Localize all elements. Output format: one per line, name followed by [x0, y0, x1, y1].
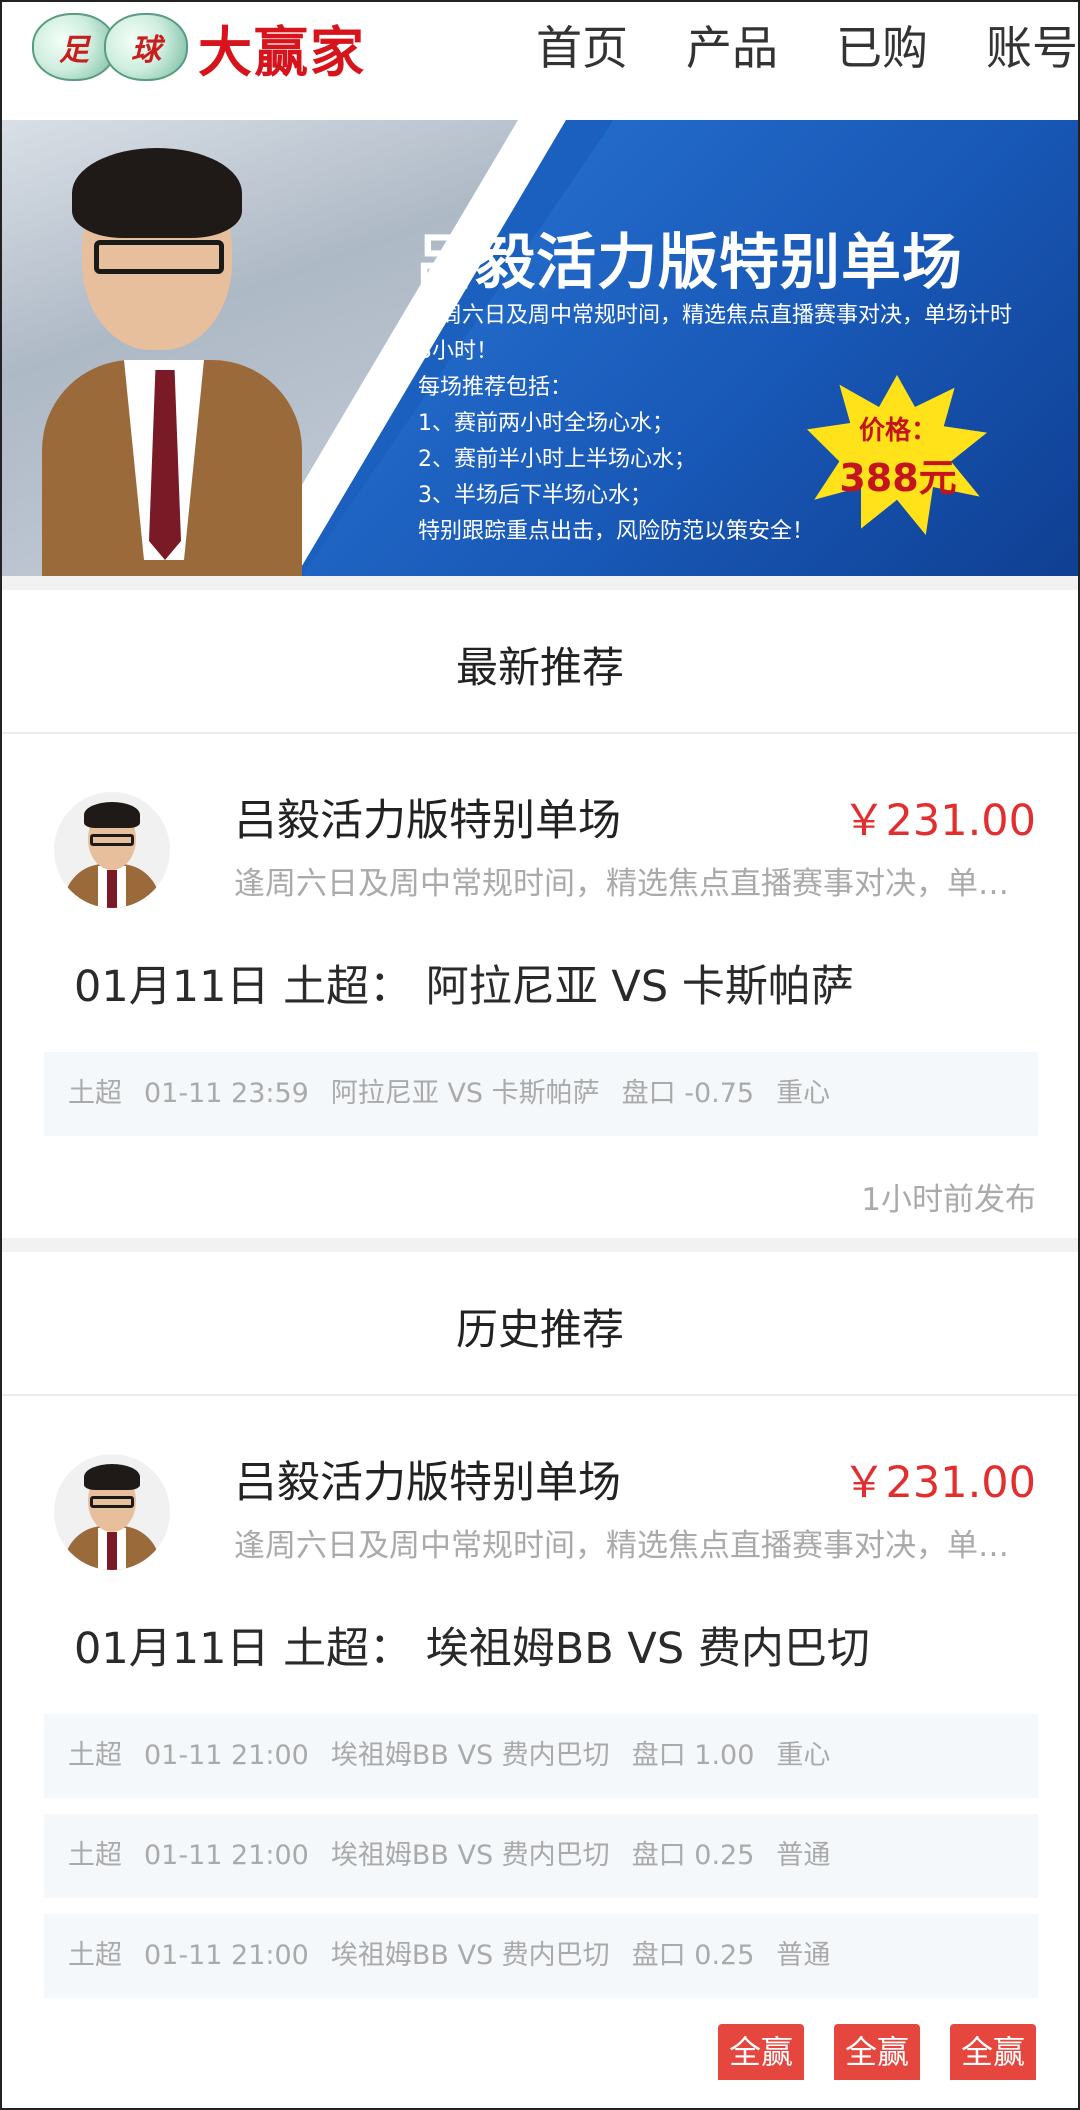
- banner-price-tag: 价格： 388元: [810, 410, 986, 502]
- product-description: 逢周六日及周中常规时间，精选焦点直播赛事对决，单场计时3小时！: [234, 866, 1034, 902]
- latest-section-title: 最新推荐: [455, 643, 624, 692]
- banner-price-label: 价格：: [858, 416, 937, 446]
- history-recommendation-card[interactable]: 吕毅活力版特别单场 ￥231.00 逢周六日及周中常规时间，精选焦点直播赛事对决…: [2, 1396, 1078, 2108]
- pick-row: 土超 01-11 23:59 阿拉尼亚 VS 卡斯帕萨 盘口 -0.75 重心: [44, 1052, 1038, 1136]
- history-section-title: 历史推荐: [455, 1305, 624, 1354]
- pick-league: 土超: [68, 1078, 122, 1109]
- nav-account[interactable]: 账号: [986, 16, 1078, 80]
- pick-level: 普通: [776, 1940, 831, 1971]
- product-description: 逢周六日及周中常规时间，精选焦点直播赛事对决，单场计时3小时！: [234, 1528, 1034, 1564]
- section-gap: [2, 1238, 1078, 1252]
- expert-photo: [42, 140, 302, 576]
- pick-league: 土超: [68, 1740, 122, 1771]
- promo-banner[interactable]: 吕毅活力版特别单场 逢周六日及周中常规时间，精选焦点直播赛事对决，单场计时 3小…: [2, 120, 1078, 576]
- banner-line: 特别跟踪重点出击，风险防范以策安全！: [418, 519, 815, 544]
- result-badges: 全赢 全赢 全赢: [688, 2024, 1036, 2080]
- pick-handicap: 盘口 -0.75: [621, 1078, 755, 1109]
- product-price: ￥231.00: [842, 796, 1036, 846]
- section-gap: [2, 576, 1078, 590]
- product-name[interactable]: 吕毅活力版特别单场: [234, 1448, 621, 1510]
- result-badge: 全赢: [718, 2024, 804, 2080]
- pick-level: 普通: [776, 1840, 831, 1871]
- nav-home[interactable]: 首页: [536, 16, 628, 80]
- product-price: ￥231.00: [842, 1458, 1036, 1508]
- pick-row: 土超 01-11 21:00 埃祖姆BB VS 费内巴切 盘口 0.25 普通: [44, 1914, 1038, 1998]
- pick-handicap: 盘口 1.00: [631, 1740, 755, 1771]
- pick-level: 重心: [776, 1740, 831, 1771]
- publish-time: 1小时前发布: [861, 1182, 1036, 1218]
- pick-handicap: 盘口 0.25: [631, 1940, 755, 1971]
- pick-teams: 埃祖姆BB VS 费内巴切: [330, 1940, 610, 1971]
- avatar: [54, 792, 170, 908]
- nav-products[interactable]: 产品: [686, 16, 778, 80]
- match-title: 01月11日 土超： 埃祖姆BB VS 费内巴切: [74, 1624, 870, 1674]
- pick-teams: 埃祖姆BB VS 费内巴切: [330, 1740, 610, 1771]
- banner-price-value: 388元: [839, 456, 957, 500]
- pick-handicap: 盘口 0.25: [631, 1840, 755, 1871]
- banner-line: 逢周六日及周中常规时间，精选焦点直播赛事对决，单场计时: [418, 303, 1013, 328]
- product-name[interactable]: 吕毅活力版特别单场: [234, 786, 621, 848]
- result-badge: 全赢: [950, 2024, 1036, 2080]
- pick-time: 01-11 21:00: [144, 1740, 309, 1771]
- main-nav: 首页 产品 已购 账号: [536, 16, 1078, 80]
- pick-time: 01-11 21:00: [144, 1940, 309, 1971]
- pick-row: 土超 01-11 21:00 埃祖姆BB VS 费内巴切 盘口 0.25 普通: [44, 1814, 1038, 1898]
- pick-teams: 埃祖姆BB VS 费内巴切: [330, 1840, 610, 1871]
- banner-title: 吕毅活力版特别单场: [414, 228, 963, 298]
- match-title: 01月11日 土超： 阿拉尼亚 VS 卡斯帕萨: [74, 962, 854, 1012]
- logo-text: 大赢家: [198, 20, 366, 84]
- latest-recommendation-card[interactable]: 吕毅活力版特别单场 ￥231.00 逢周六日及周中常规时间，精选焦点直播赛事对决…: [2, 734, 1078, 1234]
- result-badge: 全赢: [834, 2024, 920, 2080]
- top-header: 足 球 大赢家 首页 产品 已购 账号: [2, 2, 1078, 118]
- banner-line: 3小时！: [418, 339, 498, 364]
- nav-purchased[interactable]: 已购: [836, 16, 928, 80]
- pick-time: 01-11 21:00: [144, 1840, 309, 1871]
- pick-level: 重心: [776, 1078, 831, 1109]
- pick-league: 土超: [68, 1940, 122, 1971]
- pick-time: 01-11 23:59: [144, 1078, 309, 1109]
- pick-league: 土超: [68, 1840, 122, 1871]
- pick-row: 土超 01-11 21:00 埃祖姆BB VS 费内巴切 盘口 1.00 重心: [44, 1714, 1038, 1798]
- site-logo[interactable]: 足 球 大赢家: [32, 12, 366, 84]
- football-logo-icon: 球: [104, 13, 188, 81]
- avatar: [54, 1454, 170, 1570]
- pick-teams: 阿拉尼亚 VS 卡斯帕萨: [330, 1078, 600, 1109]
